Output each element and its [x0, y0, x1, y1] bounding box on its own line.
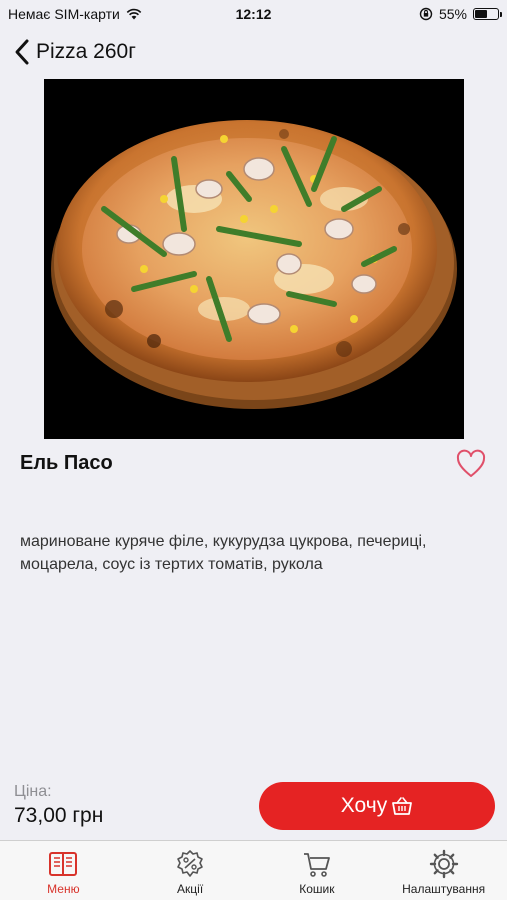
nav-bar: Pizza 260г	[0, 32, 507, 72]
tab-label: Меню	[47, 882, 80, 896]
heart-outline-icon	[456, 449, 486, 477]
tab-settings[interactable]: Налаштування	[380, 841, 507, 900]
basket-icon	[392, 797, 413, 815]
tab-cart[interactable]: Кошик	[254, 841, 381, 900]
back-button[interactable]: Pizza 260г	[12, 38, 136, 66]
battery-icon	[473, 8, 502, 20]
price-label: Ціна:	[14, 783, 52, 800]
battery-percent: 55%	[438, 6, 467, 22]
product-name: Ель Пасо	[20, 452, 113, 474]
pizza-photo	[51, 120, 457, 409]
product-image	[44, 79, 464, 439]
cart-icon	[303, 853, 330, 877]
tab-menu[interactable]: Меню	[0, 841, 127, 900]
battery-fill	[475, 10, 488, 18]
tab-label: Акції	[177, 882, 204, 896]
price-value: 73,00 грн	[14, 804, 104, 827]
status-bar: Немає SIM-карти 12:12 55%	[0, 0, 507, 28]
orientation-lock-icon	[419, 7, 433, 21]
tab-label: Кошик	[299, 882, 335, 896]
favorite-button[interactable]	[455, 449, 487, 479]
tab-bar: Меню Акції Кошик Налаштування	[0, 840, 507, 900]
status-right: 55%	[419, 6, 502, 22]
add-to-cart-label: Хочу	[340, 794, 388, 817]
product-description: мариноване куряче філе, кукурудза цукров…	[20, 533, 427, 573]
menu-book-icon	[49, 852, 78, 876]
tab-label: Налаштування	[402, 882, 486, 896]
page-title: Pizza 260г	[36, 40, 136, 63]
add-to-cart-button[interactable]: Хочу	[259, 782, 495, 830]
chevron-left-icon	[15, 39, 29, 65]
tab-promotions[interactable]: Акції	[127, 841, 254, 900]
discount-badge-icon	[177, 850, 203, 877]
gear-icon	[429, 849, 458, 879]
